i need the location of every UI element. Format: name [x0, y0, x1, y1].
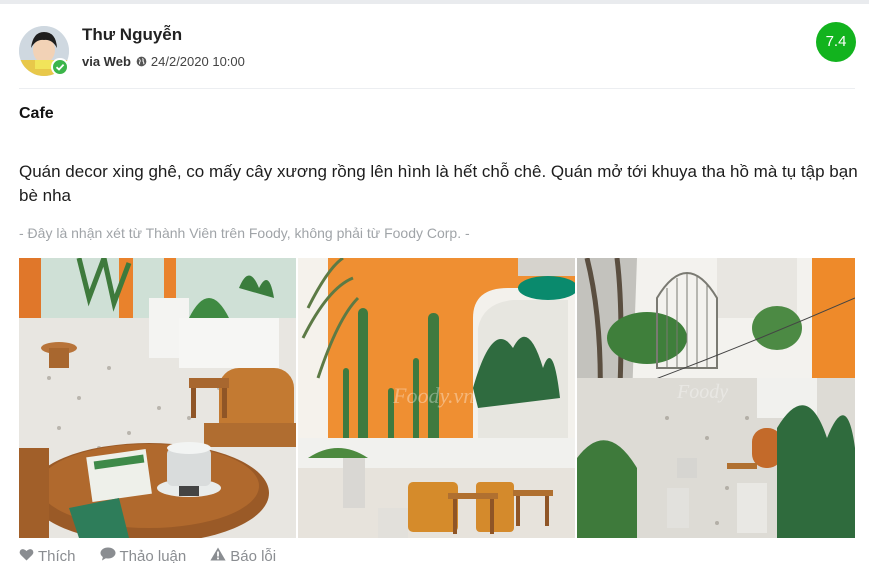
svg-text:Foody: Foody — [676, 381, 728, 403]
like-button[interactable]: Thích — [19, 548, 76, 565]
verified-badge-icon — [51, 58, 69, 76]
post-date: 24/2/2020 10:00 — [150, 54, 245, 69]
heart-icon — [19, 548, 38, 565]
score-badge: 7.4 — [816, 22, 856, 62]
author-name[interactable]: Thư Nguyễn — [82, 25, 182, 45]
review-title: Cafe — [19, 105, 54, 122]
warning-icon — [210, 547, 230, 565]
like-label: Thích — [38, 547, 76, 565]
post-meta: via Web 24/2/2020 10:00 — [82, 54, 245, 69]
review-photo[interactable]: Foody — [577, 258, 855, 538]
review-photo[interactable] — [19, 258, 296, 538]
report-button[interactable]: Báo lỗi — [210, 547, 276, 565]
report-label: Báo lỗi — [230, 547, 277, 565]
svg-text:Foody.vn: Foody.vn — [392, 383, 474, 408]
comment-icon — [100, 547, 120, 565]
review-photo[interactable]: Foody.vn — [298, 258, 575, 538]
discuss-button[interactable]: Thảo luận — [100, 547, 187, 565]
review-disclaimer: - Đây là nhận xét từ Thành Viên trên Foo… — [19, 225, 470, 241]
post-actions: Thích Thảo luận Báo lỗi — [19, 544, 300, 568]
header-divider — [19, 88, 855, 89]
review-body: Quán decor xing ghê, co mấy cây xương rồ… — [19, 162, 858, 205]
discuss-label: Thảo luận — [119, 547, 187, 565]
globe-icon — [136, 56, 147, 67]
via-label: via Web — [82, 54, 131, 69]
review-card: Thư Nguyễn via Web 24/2/2020 10:00 7.4 C… — [0, 4, 869, 570]
